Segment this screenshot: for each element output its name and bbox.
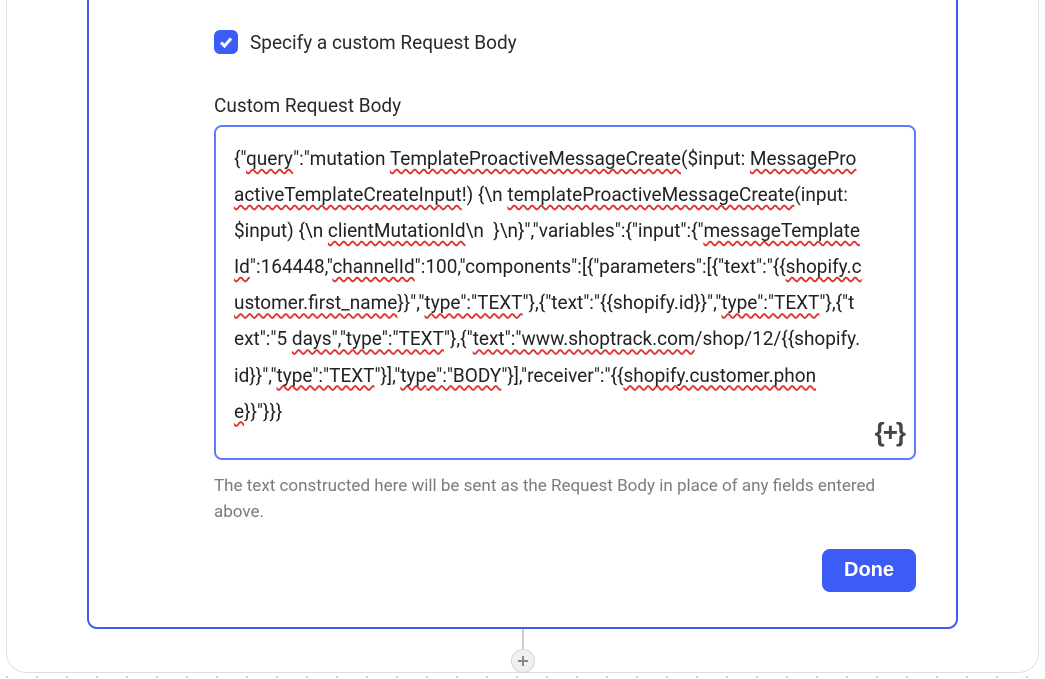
workflow-connector xyxy=(511,629,535,673)
insert-variable-button[interactable]: {+} xyxy=(875,417,904,448)
add-step-button[interactable] xyxy=(511,649,535,673)
custom-body-checkbox-row: Specify a custom Request Body xyxy=(214,30,916,54)
request-body-field-wrap: {"query":"mutation TemplateProactiveMess… xyxy=(214,125,916,460)
request-body-helper-text: The text constructed here will be sent a… xyxy=(214,474,916,525)
connector-line xyxy=(522,629,524,651)
custom-body-checkbox[interactable] xyxy=(214,30,238,54)
plus-icon xyxy=(517,655,529,667)
done-button[interactable]: Done xyxy=(822,549,916,592)
canvas-background: Specify a custom Request Body Custom Req… xyxy=(0,0,1045,679)
check-icon xyxy=(218,34,234,50)
footer: Done xyxy=(214,549,916,592)
config-card: Specify a custom Request Body Custom Req… xyxy=(87,0,958,629)
request-body-textarea[interactable]: {"query":"mutation TemplateProactiveMess… xyxy=(214,125,916,460)
request-body-label: Custom Request Body xyxy=(214,94,916,117)
outer-panel: Specify a custom Request Body Custom Req… xyxy=(6,0,1039,673)
custom-body-checkbox-label: Specify a custom Request Body xyxy=(250,31,517,54)
